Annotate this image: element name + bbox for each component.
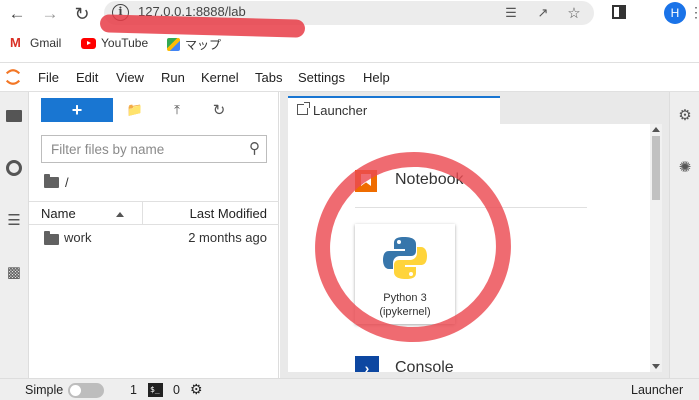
filter-placeholder: Filter files by name	[51, 142, 165, 157]
menu-help[interactable]: Help	[363, 70, 390, 85]
menu-settings[interactable]: Settings	[298, 70, 345, 85]
jupyter-menubar: File Edit View Run Kernel Tabs Settings …	[0, 62, 699, 92]
terminal-icon[interactable]: $_	[148, 383, 163, 397]
new-launcher-button[interactable]: +	[41, 98, 113, 122]
refresh-icon[interactable]: ↻	[209, 100, 229, 120]
column-name[interactable]: Name	[41, 206, 76, 221]
search-icon: ⚲	[249, 140, 260, 157]
bookmark-label: マップ	[185, 38, 222, 52]
reload-icon[interactable]: ↻	[71, 3, 93, 25]
folder-icon	[44, 231, 59, 245]
left-sidebar: ☰ ▩	[0, 92, 29, 378]
right-sidebar: ⚙ ✺	[669, 92, 699, 378]
bookmark-label: Gmail	[30, 36, 62, 50]
new-folder-icon[interactable]: 📁	[125, 100, 145, 120]
folder-icon[interactable]	[4, 106, 24, 126]
breadcrumb[interactable]: /	[44, 174, 69, 190]
translate-icon[interactable]: ☰	[502, 4, 520, 22]
menu-tabs[interactable]: Tabs	[255, 70, 282, 85]
menu-file[interactable]: File	[38, 70, 59, 85]
file-list-header: Name Last Modified	[29, 201, 279, 225]
column-divider[interactable]	[142, 202, 143, 225]
simple-mode-toggle[interactable]	[68, 383, 104, 398]
bookmark-star-icon[interactable]: ☆	[565, 4, 583, 22]
bookmark-gmail[interactable]: Gmail	[10, 35, 62, 51]
terminal-count: 1	[130, 383, 137, 397]
column-last-modified[interactable]: Last Modified	[190, 206, 267, 221]
bookmark-youtube[interactable]: YouTube	[81, 36, 148, 50]
debugger-bug-icon[interactable]: ✺	[676, 158, 694, 176]
tab-label: Launcher	[313, 103, 368, 118]
side-panel-icon[interactable]	[612, 5, 626, 19]
jupyter-logo-icon[interactable]	[4, 68, 22, 86]
upload-icon[interactable]: ⤒	[167, 100, 187, 120]
gmail-icon	[10, 35, 25, 50]
file-modified: 2 months ago	[188, 230, 267, 245]
bookmark-maps[interactable]: マップ	[167, 36, 221, 53]
menu-edit[interactable]: Edit	[76, 70, 98, 85]
status-bar: Simple 1 $_ 0 ⚙ Launcher	[0, 378, 699, 400]
file-browser: + 📁 ⤒ ↻ Filter files by name ⚲ / Name La…	[29, 92, 279, 378]
file-name[interactable]: work	[64, 230, 91, 245]
bookmark-label: YouTube	[101, 36, 149, 50]
simple-mode-label: Simple	[25, 383, 64, 397]
kernel-status-icon[interactable]: ⚙	[190, 381, 203, 398]
back-arrow-icon[interactable]: ←	[6, 3, 28, 25]
menu-view[interactable]: View	[116, 70, 144, 85]
scroll-thumb[interactable]	[652, 136, 660, 200]
tab-launcher[interactable]: Launcher	[288, 96, 500, 124]
forward-arrow-icon[interactable]: →	[39, 3, 61, 25]
launcher-scrollbar[interactable]	[650, 124, 662, 372]
section-title-console: Console	[395, 359, 454, 372]
menu-kernel[interactable]: Kernel	[201, 70, 239, 85]
profile-avatar[interactable]: H	[664, 2, 686, 24]
youtube-icon	[81, 37, 96, 49]
sort-ascending-icon[interactable]	[116, 212, 124, 217]
launcher-tab-icon	[297, 102, 310, 115]
kernel-count: 0	[173, 383, 180, 397]
maps-icon	[167, 38, 180, 51]
menu-run[interactable]: Run	[161, 70, 185, 85]
filter-files-input[interactable]: Filter files by name ⚲	[41, 135, 267, 163]
folder-icon	[44, 174, 59, 188]
console-prompt-icon: ›	[355, 356, 379, 372]
extensions-puzzle-icon[interactable]: ▩	[4, 262, 24, 282]
breadcrumb-path[interactable]: /	[65, 175, 69, 190]
bookmarks-bar: Gmail YouTube マップ	[0, 31, 699, 57]
share-icon[interactable]: ↗	[534, 4, 552, 22]
current-tab-label: Launcher	[631, 383, 684, 397]
table-of-contents-icon[interactable]: ☰	[4, 210, 24, 230]
scroll-up-icon[interactable]	[652, 127, 660, 132]
property-inspector-gear-icon[interactable]: ⚙	[676, 106, 694, 124]
scroll-down-icon[interactable]	[652, 364, 660, 369]
menu-kebab-icon[interactable]: ⋮	[689, 4, 699, 21]
file-row[interactable]: work 2 months ago	[29, 226, 279, 250]
running-kernels-icon[interactable]	[4, 158, 24, 178]
